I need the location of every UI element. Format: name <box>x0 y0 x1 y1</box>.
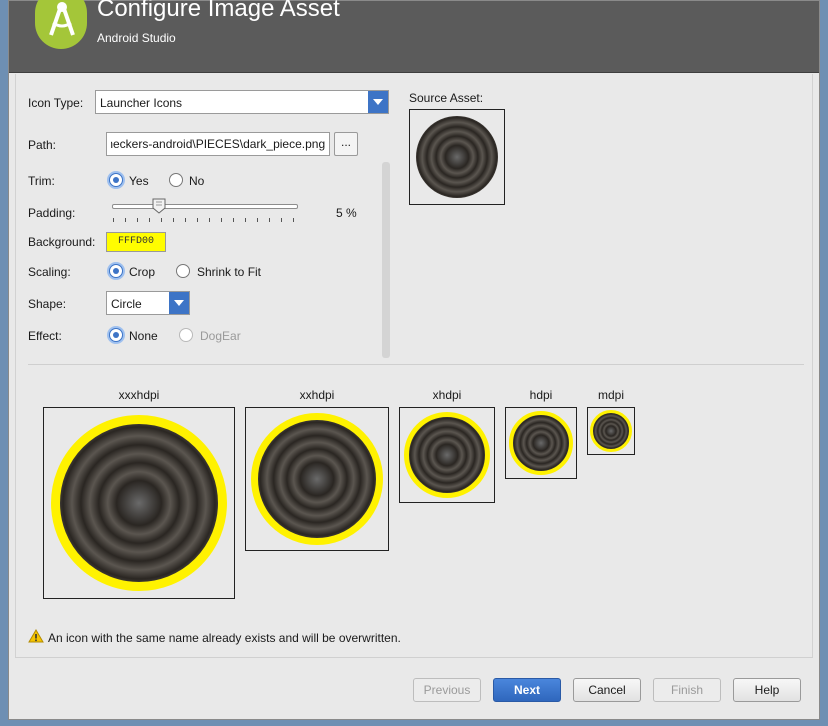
slider-tick <box>257 218 258 222</box>
slider-tick <box>233 218 234 222</box>
options-scrollbar[interactable] <box>382 162 390 358</box>
slider-tick <box>125 218 126 222</box>
effect-dogear-label[interactable]: DogEar <box>200 329 241 343</box>
shape-dropdown[interactable]: Circle <box>106 291 190 315</box>
preview-icon <box>509 411 573 475</box>
slider-tick <box>173 218 174 222</box>
scaling-shrink-label[interactable]: Shrink to Fit <box>197 265 261 279</box>
scaling-shrink-radio[interactable] <box>176 264 190 278</box>
padding-label: Padding: <box>28 206 76 220</box>
dark-piece-image <box>416 116 498 198</box>
effect-dogear-radio[interactable] <box>179 328 193 342</box>
divider <box>28 364 804 365</box>
icon-type-label: Icon Type: <box>28 96 84 110</box>
preview-icon <box>51 415 227 591</box>
trim-no-radio[interactable] <box>169 173 183 187</box>
preview-label-xxxhdpi: xxxhdpi <box>118 388 160 402</box>
preview-xhdpi <box>399 407 495 503</box>
source-asset-preview <box>409 109 505 205</box>
trim-yes-label[interactable]: Yes <box>129 174 149 188</box>
dialog-subtitle: Android Studio <box>97 31 176 45</box>
scaling-label: Scaling: <box>28 265 71 279</box>
path-field[interactable] <box>106 132 330 156</box>
source-asset-label: Source Asset: <box>409 91 484 105</box>
shape-value: Circle <box>111 297 142 311</box>
finish-button[interactable]: Finish <box>653 678 721 702</box>
slider-tick <box>161 218 162 222</box>
slider-tick <box>137 218 138 222</box>
configure-image-asset-dialog: Configure Image Asset Android Studio Ico… <box>8 0 820 720</box>
slider-tick <box>197 218 198 222</box>
compass-icon <box>49 2 75 36</box>
slider-tick <box>245 218 246 222</box>
trim-no-label[interactable]: No <box>189 174 204 188</box>
android-studio-logo <box>35 0 87 49</box>
trim-yes-radio[interactable] <box>109 173 123 187</box>
icon-type-dropdown[interactable]: Launcher Icons <box>95 90 389 114</box>
preview-mdpi <box>587 407 635 455</box>
warning-text: An icon with the same name already exist… <box>48 631 401 645</box>
preview-label-mdpi: mdpi <box>597 388 624 402</box>
slider-tick <box>185 218 186 222</box>
background-label: Background: <box>28 235 96 249</box>
browse-button[interactable]: ... <box>334 132 358 156</box>
slider-track[interactable] <box>112 204 298 209</box>
preview-xxxhdpi <box>43 407 235 599</box>
preview-label-hdpi: hdpi <box>529 388 553 402</box>
icon-type-value: Launcher Icons <box>100 96 183 110</box>
path-input[interactable] <box>107 133 329 155</box>
slider-tick <box>281 218 282 222</box>
preview-hdpi <box>505 407 577 479</box>
effect-none-radio[interactable] <box>109 328 123 342</box>
slider-tick <box>269 218 270 222</box>
slider-tick <box>209 218 210 222</box>
slider-tick <box>149 218 150 222</box>
slider-tick <box>293 218 294 222</box>
previous-button[interactable]: Previous <box>413 678 481 702</box>
effect-label: Effect: <box>28 329 62 343</box>
dialog-title: Configure Image Asset <box>97 0 340 22</box>
warning-icon <box>28 629 44 643</box>
effect-none-label[interactable]: None <box>129 329 158 343</box>
padding-value: 5 % <box>336 206 357 220</box>
trim-label: Trim: <box>28 174 55 188</box>
scaling-crop-radio[interactable] <box>109 264 123 278</box>
chevron-down-icon[interactable] <box>169 292 189 314</box>
scaling-crop-label[interactable]: Crop <box>129 265 155 279</box>
slider-tick <box>113 218 114 222</box>
next-button[interactable]: Next <box>493 678 561 702</box>
preview-label-xxhdpi: xxhdpi <box>299 388 335 402</box>
preview-icon <box>404 412 490 498</box>
background-color-swatch[interactable]: FFFD00 <box>106 232 166 252</box>
slider-thumb-icon[interactable] <box>152 198 166 214</box>
preview-label-xhdpi: xhdpi <box>432 388 462 402</box>
slider-tick <box>221 218 222 222</box>
cancel-button[interactable]: Cancel <box>573 678 641 702</box>
path-label: Path: <box>28 138 57 152</box>
shape-label: Shape: <box>28 297 67 311</box>
preview-xxhdpi <box>245 407 389 551</box>
dialog-content: Icon Type: Launcher Icons Path: ... Trim… <box>15 74 813 657</box>
preview-icon <box>251 413 383 545</box>
help-button[interactable]: Help <box>733 678 801 702</box>
footer-divider <box>15 657 813 658</box>
chevron-down-icon[interactable] <box>368 91 388 113</box>
preview-icon <box>590 410 632 452</box>
dialog-header: Configure Image Asset Android Studio <box>9 0 819 73</box>
